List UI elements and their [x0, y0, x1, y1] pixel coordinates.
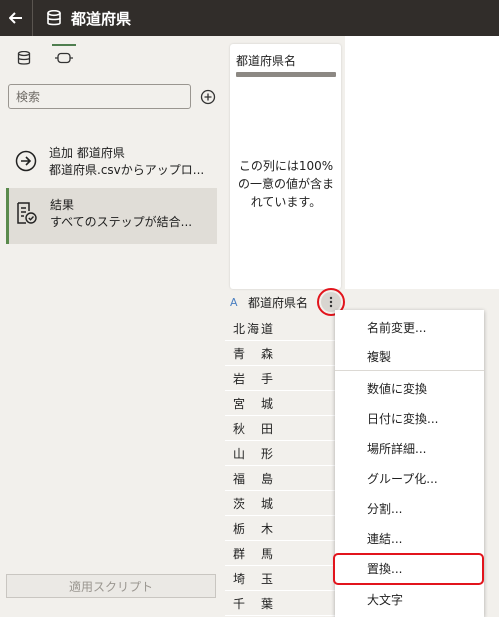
step-subtitle: すべてのステップが結合... — [50, 215, 193, 229]
profile-description: この列には100%の一意の値が含まれています。 — [237, 159, 334, 209]
table-row[interactable]: 山 形 — [225, 441, 335, 466]
menu-item-concatenate[interactable]: 連結... — [367, 530, 402, 547]
back-button[interactable] — [0, 0, 32, 36]
arrow-circle-icon — [14, 149, 38, 173]
menu-item-location-details[interactable]: 場所詳細... — [367, 440, 426, 457]
step-result[interactable]: 結果 すべてのステップが結合... — [6, 188, 217, 244]
tab-script[interactable] — [52, 44, 76, 70]
menu-item-group[interactable]: グループ化... — [367, 470, 438, 487]
table-row[interactable]: 岩 手 — [225, 366, 335, 391]
table-row[interactable]: 群 馬 — [225, 541, 335, 566]
add-icon[interactable] — [200, 89, 216, 105]
table-row[interactable]: 青 森 — [225, 341, 335, 366]
step-add-data[interactable]: 追加 都道府県 都道府県.csvからアップロ... — [6, 136, 217, 192]
table-row[interactable]: 福 島 — [225, 466, 335, 491]
page-title: 都道府県 — [71, 9, 132, 28]
document-check-icon — [15, 201, 39, 225]
tab-data[interactable] — [12, 46, 36, 70]
menu-item-convert-number[interactable]: 数値に変換 — [367, 380, 427, 397]
panel-tabs — [12, 44, 76, 70]
menu-item-split[interactable]: 分割... — [367, 500, 402, 517]
header-divider — [32, 0, 33, 36]
menu-item-uppercase[interactable]: 大文字 — [367, 591, 403, 608]
table-row[interactable]: 埼 玉 — [225, 566, 335, 591]
profile-column-name: 都道府県名 — [236, 54, 297, 68]
menu-separator — [335, 370, 484, 371]
menu-item-rename[interactable]: 名前変更... — [367, 319, 426, 336]
back-arrow-icon — [9, 12, 22, 24]
uniqueness-bar — [236, 72, 336, 77]
highlight-box — [333, 553, 484, 585]
database-icon — [47, 10, 61, 26]
column-values: 北海道 青 森 岩 手 宮 城 秋 田 山 形 福 島 茨 城 栃 木 群 馬 … — [225, 316, 335, 616]
preview-background — [345, 36, 499, 289]
column-profile-card[interactable]: 都道府県名 この列には100%の一意の値が含まれています。 — [230, 44, 341, 289]
step-title: 結果 — [50, 198, 75, 212]
step-title: 追加 都道府県 — [49, 146, 125, 160]
table-row[interactable]: 北海道 — [225, 316, 335, 341]
database-icon — [17, 51, 31, 65]
column-header[interactable]: A 都道府県名 — [230, 293, 308, 311]
table-row[interactable]: 宮 城 — [225, 391, 335, 416]
table-row[interactable]: 千 葉 — [225, 591, 335, 616]
menu-item-duplicate[interactable]: 複製 — [367, 348, 391, 365]
search-input[interactable] — [8, 84, 191, 109]
menu-item-convert-date[interactable]: 日付に変換... — [367, 410, 438, 427]
top-bar: 都道府県 — [0, 0, 499, 36]
column-header-name: 都道府県名 — [248, 295, 309, 310]
step-subtitle: 都道府県.csvからアップロ... — [49, 163, 205, 177]
script-icon — [55, 52, 73, 64]
apply-script-button[interactable]: 適用スクリプト — [6, 574, 216, 598]
text-type-icon: A — [230, 295, 238, 309]
table-row[interactable]: 栃 木 — [225, 516, 335, 541]
table-row[interactable]: 秋 田 — [225, 416, 335, 441]
left-panel: 追加 都道府県 都道府県.csvからアップロ... 結果 すべてのステップが結合… — [0, 36, 225, 617]
table-row[interactable]: 茨 城 — [225, 491, 335, 516]
